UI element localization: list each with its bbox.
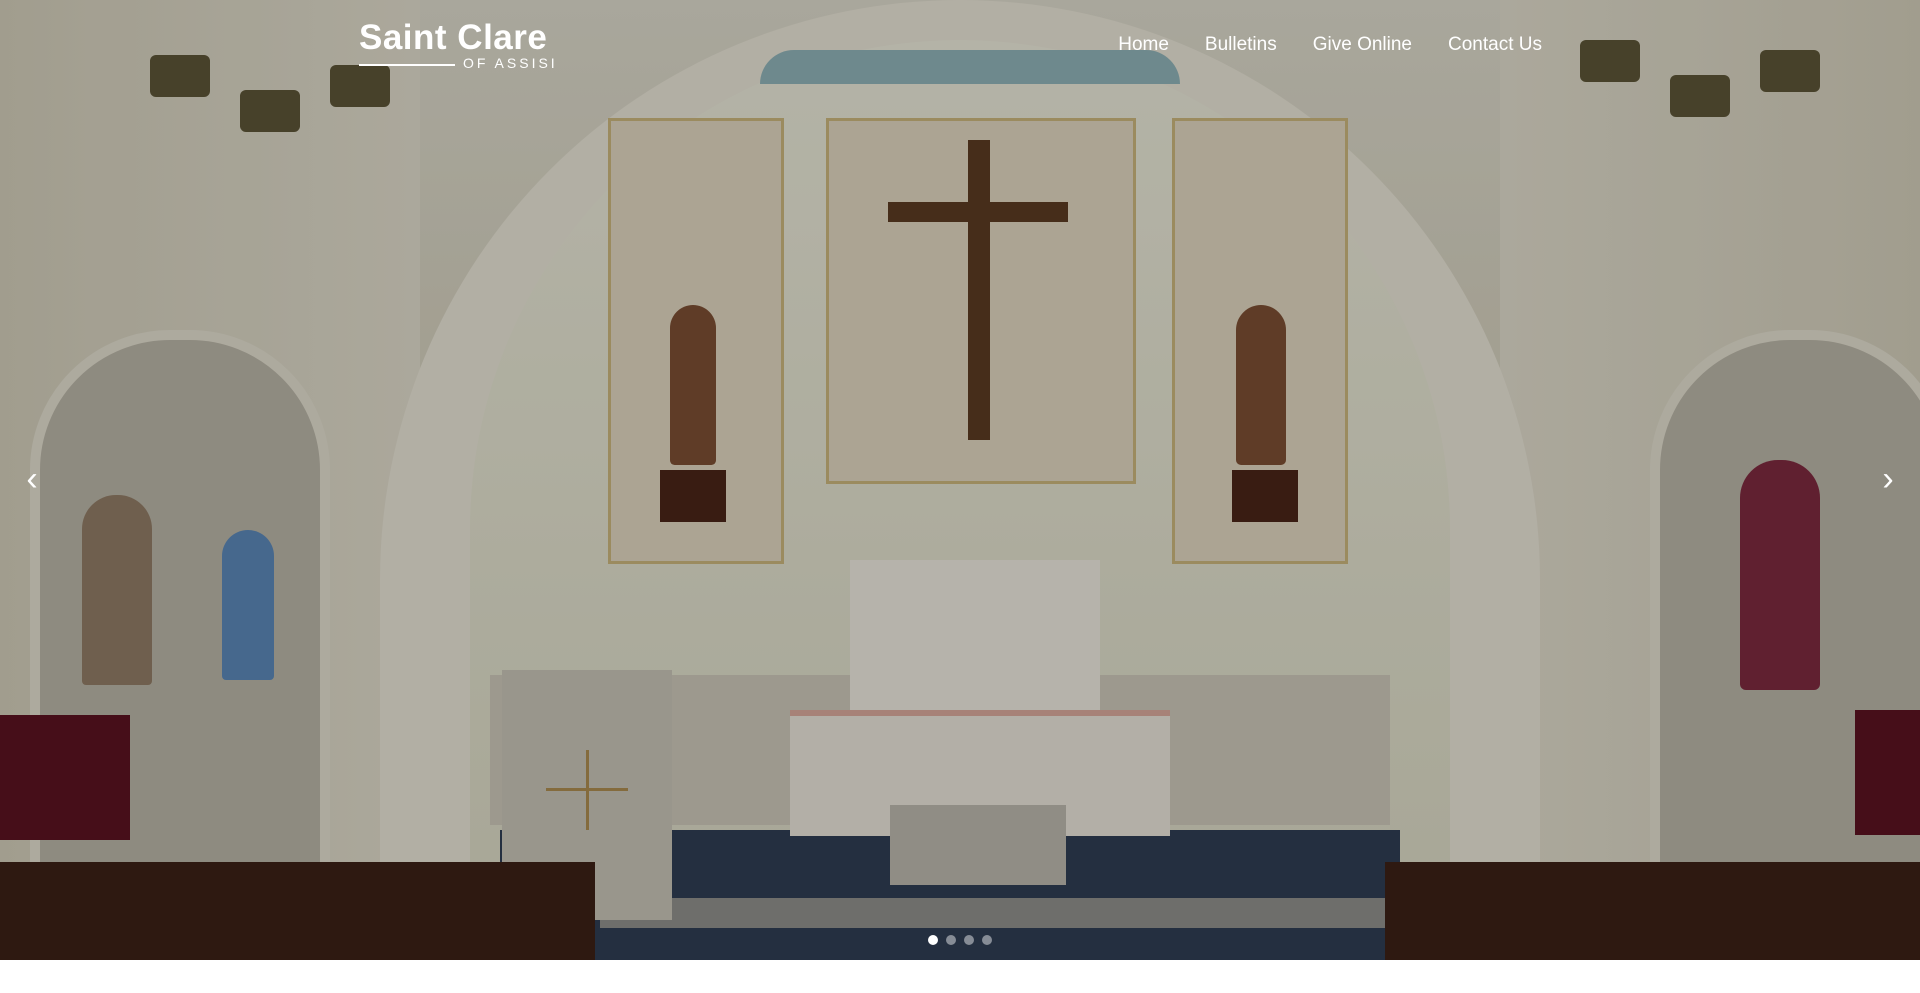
carousel-indicators <box>928 935 992 945</box>
carousel-dot-2[interactable] <box>946 935 956 945</box>
logo-divider <box>359 64 455 66</box>
nav-give-online[interactable]: Give Online <box>1313 34 1412 56</box>
nav-contact-us[interactable]: Contact Us <box>1448 34 1542 56</box>
nav-home[interactable]: Home <box>1118 34 1169 56</box>
carousel-dot-4[interactable] <box>982 935 992 945</box>
nav-bulletins[interactable]: Bulletins <box>1205 34 1277 56</box>
chevron-right-icon[interactable]: › <box>1862 462 1914 496</box>
main-nav: Home Bulletins Give Online Contact Us <box>1118 34 1542 56</box>
logo-subtitle: OF ASSISI <box>463 55 558 71</box>
chevron-left-icon[interactable]: ‹ <box>6 462 58 496</box>
carousel-dot-3[interactable] <box>964 935 974 945</box>
hero-carousel[interactable]: Saint Clare OF ASSISI Home Bulletins Giv… <box>0 0 1920 960</box>
carousel-dot-1[interactable] <box>928 935 938 945</box>
site-logo[interactable]: Saint Clare OF ASSISI <box>359 18 555 74</box>
logo-title: Saint Clare <box>359 18 548 57</box>
